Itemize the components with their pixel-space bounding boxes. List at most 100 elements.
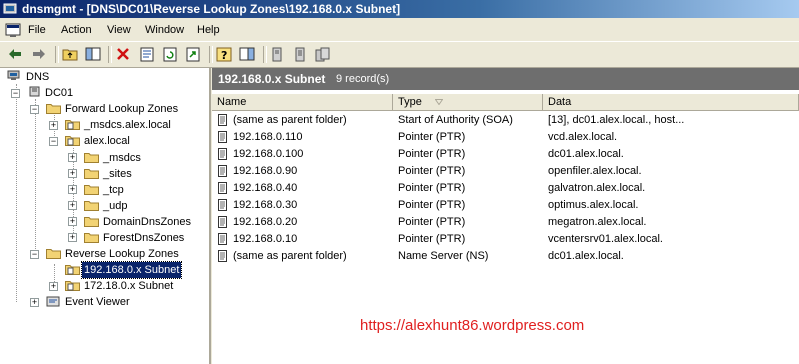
- tree-dc01[interactable]: DC01: [45, 85, 73, 101]
- collapse-forward-icon[interactable]: −: [30, 105, 39, 114]
- tree-event-viewer[interactable]: Event Viewer: [65, 294, 130, 310]
- tree-forestdnszones[interactable]: ForestDnsZones: [103, 230, 184, 246]
- action-pane-icon[interactable]: [238, 45, 256, 63]
- properties-icon[interactable]: [138, 45, 156, 63]
- record-name: 192.168.0.10: [233, 233, 298, 245]
- console-tree: DNS − DC01 − Forward Lookup Zones + _msd…: [0, 68, 211, 364]
- table-row[interactable]: (same as parent folder) Name Server (NS) d…: [212, 248, 799, 265]
- refresh-icon[interactable]: [161, 45, 179, 63]
- pane-header: 192.168.0.x Subnet 9 record(s): [212, 68, 799, 90]
- table-row[interactable]: 192.168.0.90 Pointer (PTR) openfiler.alex.…: [212, 163, 799, 180]
- menu-help[interactable]: Help: [197, 24, 220, 36]
- record-name: (same as parent folder): [233, 250, 347, 262]
- zone-icon: [65, 120, 80, 130]
- up-folder-icon[interactable]: [61, 45, 79, 63]
- zone-icon: [65, 136, 80, 146]
- expand-msdcs-zone-icon[interactable]: +: [49, 121, 58, 130]
- tree-forward-lookup-zones[interactable]: Forward Lookup Zones: [65, 101, 178, 117]
- expand-subnet-172-icon[interactable]: +: [49, 282, 58, 291]
- tree-dns-root[interactable]: DNS: [26, 69, 49, 85]
- expand-sites-icon[interactable]: +: [68, 169, 77, 178]
- record-data: openfiler.alex.local.: [548, 165, 642, 177]
- table-row[interactable]: 192.168.0.30 Pointer (PTR) optimus.alex.lo…: [212, 197, 799, 214]
- expand-domaindnszones-icon[interactable]: +: [68, 217, 77, 226]
- collapse-reverse-icon[interactable]: −: [30, 250, 39, 259]
- show-hide-tree-icon[interactable]: [84, 45, 102, 63]
- record-type: Name Server (NS): [398, 250, 489, 262]
- toolbar: ?: [0, 41, 799, 68]
- record-data: megatron.alex.local.: [548, 216, 647, 228]
- record-icon: [218, 216, 227, 228]
- record-count: 9 record(s): [336, 73, 390, 85]
- record-icon: [218, 250, 227, 262]
- window-title: dnsmgmt - [DNS\DC01\Reverse Lookup Zones…: [22, 2, 401, 16]
- collapse-dc01-icon[interactable]: −: [11, 89, 20, 98]
- menu-action[interactable]: Action: [61, 24, 92, 36]
- zone-icon: [65, 265, 80, 275]
- table-row[interactable]: 192.168.0.10 Pointer (PTR) vcentersrv01.al…: [212, 231, 799, 248]
- expand-event-viewer-icon[interactable]: +: [30, 298, 39, 307]
- delete-icon[interactable]: [114, 45, 132, 63]
- tree-msdcs[interactable]: _msdcs: [103, 150, 141, 166]
- sort-descending-icon: [435, 99, 443, 105]
- record-icon: [218, 114, 227, 126]
- tree-reverse-lookup-zones[interactable]: Reverse Lookup Zones: [65, 246, 179, 262]
- table-row[interactable]: 192.168.0.100 Pointer (PTR) dc01.alex.loca…: [212, 146, 799, 163]
- zone-icon: [65, 281, 80, 291]
- record-icon: [218, 131, 227, 143]
- dns-app-icon: [3, 3, 17, 14]
- record-data: vcentersrv01.alex.local.: [548, 233, 663, 245]
- record-icon: [218, 233, 227, 245]
- tree-domaindnszones[interactable]: DomainDnsZones: [103, 214, 191, 230]
- forward-arrow-icon[interactable]: [30, 45, 48, 63]
- tree-tcp[interactable]: _tcp: [103, 182, 124, 198]
- record-name: 192.168.0.110: [233, 131, 303, 143]
- menu-view[interactable]: View: [107, 24, 131, 36]
- record-type: Pointer (PTR): [398, 199, 466, 211]
- column-name-header[interactable]: Name: [212, 94, 393, 111]
- back-arrow-icon[interactable]: [6, 45, 24, 63]
- expand-msdcs-icon[interactable]: +: [68, 153, 77, 162]
- table-row[interactable]: 192.168.0.20 Pointer (PTR) megatron.alex.l…: [212, 214, 799, 231]
- record-name: 192.168.0.40: [233, 182, 298, 194]
- record-name: (same as parent folder): [233, 114, 347, 126]
- record-name: 192.168.0.100: [233, 148, 304, 160]
- help-icon[interactable]: ?: [215, 45, 233, 63]
- column-data-header[interactable]: Data: [543, 94, 799, 111]
- console-icon[interactable]: [5, 23, 21, 38]
- menu-file[interactable]: File: [28, 24, 46, 36]
- table-row[interactable]: 192.168.0.40 Pointer (PTR) galvatron.alex.…: [212, 180, 799, 197]
- tree-msdcs-zone[interactable]: _msdcs.alex.local: [84, 117, 171, 133]
- record-name: 192.168.0.20: [233, 216, 298, 228]
- record-type: Start of Authority (SOA): [398, 114, 513, 126]
- record-data: optimus.alex.local.: [548, 199, 639, 211]
- export-list-icon[interactable]: [184, 45, 202, 63]
- table-row[interactable]: 192.168.0.110 Pointer (PTR) vcd.alex.local…: [212, 129, 799, 146]
- folder-icon: [84, 185, 99, 195]
- folder-icon: [84, 169, 99, 179]
- expand-udp-icon[interactable]: +: [68, 201, 77, 210]
- tree-sites[interactable]: _sites: [103, 166, 132, 182]
- pane-title: 192.168.0.x Subnet: [218, 72, 326, 86]
- tree-alex-local[interactable]: alex.local: [84, 133, 130, 149]
- menu-window[interactable]: Window: [145, 24, 184, 36]
- table-row[interactable]: (same as parent folder) Start of Authorit…: [212, 112, 799, 129]
- server-list-icon[interactable]: [291, 45, 309, 63]
- record-type: Pointer (PTR): [398, 131, 466, 143]
- folder-icon: [84, 233, 99, 243]
- record-data: [13], dc01.alex.local., host...: [548, 114, 685, 126]
- record-icon: [218, 199, 227, 211]
- collapse-alex-local-icon[interactable]: −: [49, 137, 58, 146]
- record-icon: [218, 182, 227, 194]
- tree-subnet-192[interactable]: 192.168.0.x Subnet: [80, 261, 183, 279]
- folder-icon: [84, 153, 99, 163]
- expand-forestdnszones-icon[interactable]: +: [68, 233, 77, 242]
- record-type: Pointer (PTR): [398, 182, 466, 194]
- column-type-header[interactable]: Type: [393, 94, 543, 111]
- servers-icon[interactable]: [313, 45, 331, 63]
- tree-subnet-172[interactable]: 172.18.0.x Subnet: [84, 278, 173, 294]
- server-icon[interactable]: [268, 45, 286, 63]
- server-dc01-icon: [29, 86, 40, 97]
- expand-tcp-icon[interactable]: +: [68, 185, 77, 194]
- tree-udp[interactable]: _udp: [103, 198, 127, 214]
